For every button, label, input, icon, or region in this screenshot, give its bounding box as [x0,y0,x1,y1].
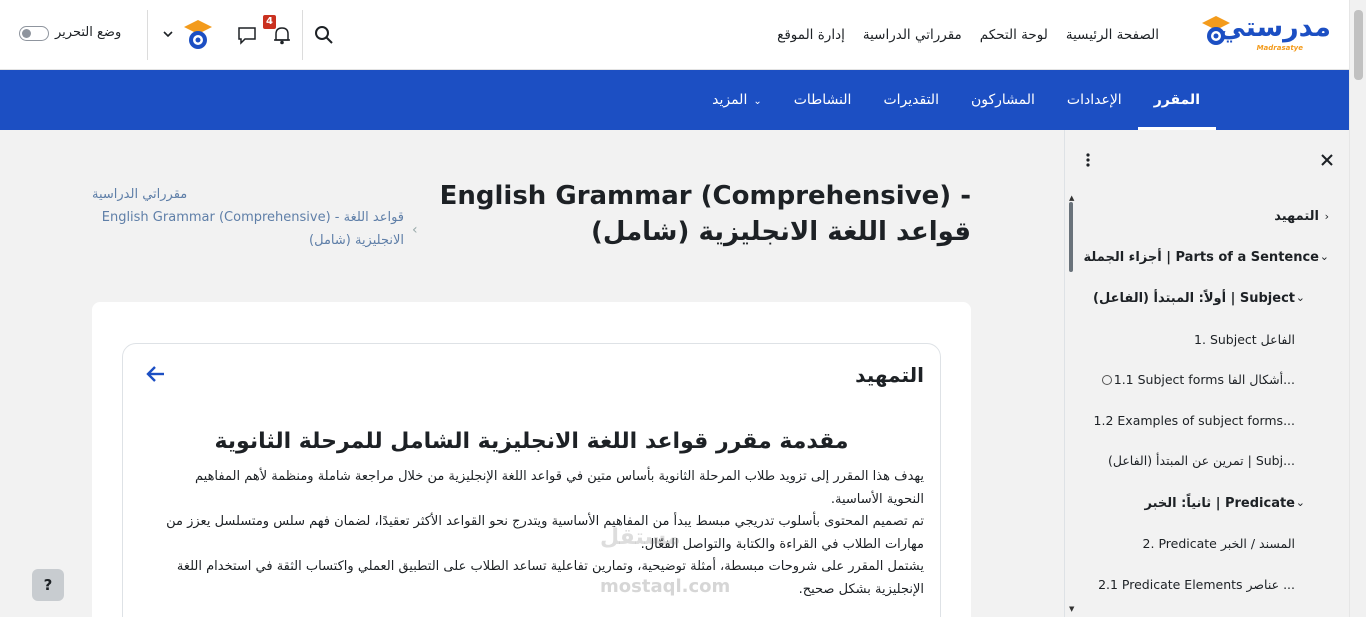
breadcrumb-my-courses[interactable]: مقرراتي الدراسية [92,183,412,206]
course-index-section[interactable]: أولاً: المبتدأ (الفاعل) | Subject [1093,291,1295,306]
chevron-down-icon[interactable]: ⌄ [1296,291,1305,304]
graduation-cap-icon [1202,16,1230,45]
course-index-item[interactable]: 2.1 Predicate Elements عناصر ... [1098,577,1295,592]
edit-mode-label: وضع التحرير [55,25,122,40]
navbar-divider [147,10,148,60]
user-avatar[interactable] [183,18,213,52]
edit-mode-toggle[interactable] [19,26,49,41]
help-button[interactable]: ? [32,569,64,601]
nav-dashboard[interactable]: لوحة التحكم [980,27,1048,43]
course-content-card: التمهيد مقدمة مقرر قواعد اللغة الانجليزي… [92,302,971,617]
notification-count-badge: 4 [263,15,276,29]
more-options-icon[interactable] [1083,152,1093,168]
page-scrollbar-thumb[interactable] [1354,10,1363,80]
course-index-item[interactable]: 1.2 Examples of subject forms... [1094,413,1295,428]
arrow-left-icon[interactable] [145,364,167,384]
course-index-drawer: ▲ ▼ › التمهيد ⌄ أجزاء الجملة | Parts of … [1064,130,1349,617]
top-navbar: مدرستي Madrasatye الصفحة الرئيسية لوحة ا… [0,0,1349,70]
close-icon[interactable] [1319,152,1335,168]
chevron-down-icon: ⌄ [753,96,762,107]
tab-more[interactable]: المزيد ⌄ [696,70,778,130]
watermark-text: mostaql.com [600,576,731,597]
breadcrumb-course[interactable]: English Grammar (Comprehensive) - قواعد … [92,206,404,252]
nav-my-courses[interactable]: مقرراتي الدراسية [863,27,962,43]
navbar-divider [302,10,303,60]
chevron-down-icon[interactable]: ⌄ [1320,250,1329,263]
completion-circle-icon [1102,375,1112,385]
tab-activities[interactable]: النشاطات [778,70,868,130]
course-index-item[interactable]: 1. Subject الفاعل [1194,332,1295,347]
course-index-section[interactable]: التمهيد [1274,209,1319,224]
course-secondary-navigation: المقرر الإعدادات المشاركون التقديرات الن… [0,70,1349,130]
breadcrumb: مقرراتي الدراسية English Grammar (Compre… [92,183,418,252]
breadcrumb-separator-icon: ‹ [412,222,418,238]
page-scrollbar[interactable] [1349,0,1366,617]
page-title: English Grammar (Comprehensive) - قواعد … [439,181,971,247]
drawer-scrollbar[interactable] [1069,202,1073,272]
nav-site-admin[interactable]: إدارة الموقع [777,27,845,43]
intro-paragraph: يشتمل المقرر على شروحات مبسطة، أمثلة توض… [176,559,924,597]
intro-paragraph: يهدف هذا المقرر إلى تزويد طلاب المرحلة ا… [195,469,924,507]
chevron-down-icon[interactable] [162,28,174,40]
primary-navigation: الصفحة الرئيسية لوحة التحكم مقرراتي الدر… [777,0,1159,70]
tab-participants[interactable]: المشاركون [955,70,1051,130]
messages-icon[interactable] [236,24,258,46]
scroll-up-icon[interactable]: ▲ [1069,194,1074,202]
intro-heading: مقدمة مقرر قواعد اللغة الانجليزية الشامل… [214,429,849,454]
scroll-down-icon[interactable]: ▼ [1069,605,1074,613]
logo-text: مدرستي [1218,12,1332,43]
intro-paragraph: تم تصميم المحتوى بأسلوب تدريجي مبسط يبدأ… [166,514,924,552]
course-index-section[interactable]: أجزاء الجملة | Parts of a Sentence [1084,250,1319,265]
section-title: التمهيد [855,363,924,387]
course-index-item[interactable]: 1.1 Subject forms أشكال الفا... [1114,372,1295,387]
watermark-logo: مستقل [600,525,681,550]
course-index-section[interactable]: ثانياً: الخبر | Predicate [1145,496,1296,511]
chevron-down-icon[interactable]: ⌄ [1296,496,1305,509]
nav-home[interactable]: الصفحة الرئيسية [1066,27,1159,43]
section-card: التمهيد مقدمة مقرر قواعد اللغة الانجليزي… [122,343,941,617]
site-logo[interactable]: مدرستي Madrasatye [1201,10,1332,58]
chevron-right-icon[interactable]: › [1325,210,1329,223]
search-icon[interactable] [313,24,335,46]
tab-settings[interactable]: الإعدادات [1051,70,1138,130]
course-index-item[interactable]: 2. Predicate المسند / الخبر [1143,536,1295,551]
course-index-item[interactable]: تمرين عن المبتدأ (الفاعل) | Subj... [1108,453,1295,468]
tab-more-label: المزيد [712,92,748,108]
intro-body: يهدف هذا المقرر إلى تزويد طلاب المرحلة ا… [161,466,924,601]
logo-subtext: Madrasatye [1256,44,1303,52]
tab-course[interactable]: المقرر [1137,70,1217,130]
tab-grades[interactable]: التقديرات [867,70,955,130]
